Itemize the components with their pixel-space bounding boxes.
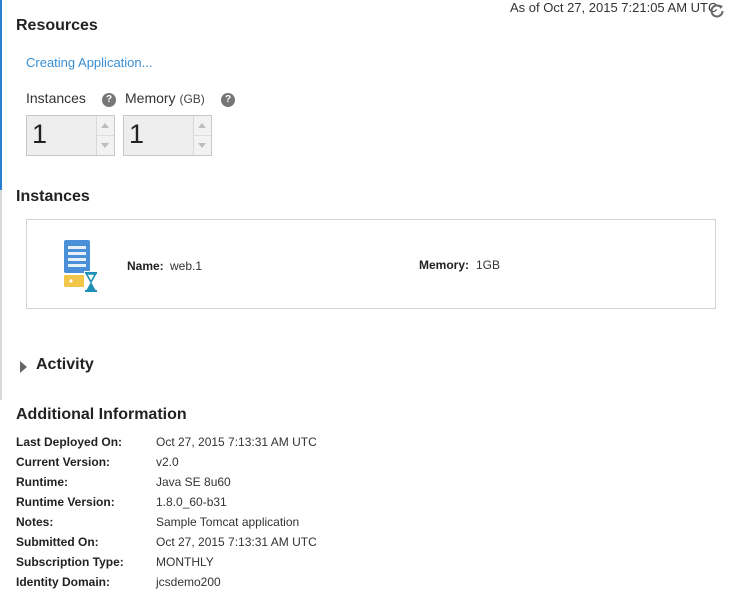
info-value: jcsdemo200	[156, 575, 221, 589]
instance-name-label: Name:	[127, 259, 164, 273]
info-key: Subscription Type:	[16, 555, 124, 569]
info-value: Sample Tomcat application	[156, 515, 300, 529]
chevron-down-icon	[198, 143, 206, 148]
info-key: Runtime Version:	[16, 495, 115, 509]
creating-status-link[interactable]: Creating Application...	[26, 55, 152, 70]
info-value: Oct 27, 2015 7:13:31 AM UTC	[156, 535, 317, 549]
info-key: Runtime:	[16, 475, 68, 489]
info-key: Submitted On:	[16, 535, 99, 549]
instances-label: Instances	[26, 90, 86, 106]
section-divider-bar	[0, 190, 2, 400]
info-key: Last Deployed On:	[16, 435, 123, 449]
instances-decrement-button[interactable]	[97, 136, 114, 155]
chevron-up-icon	[198, 123, 206, 128]
instances-help-icon[interactable]: ?	[102, 93, 116, 107]
instance-memory-value: 1GB	[476, 258, 501, 272]
info-key: Identity Domain:	[16, 575, 111, 589]
chevron-up-icon	[101, 123, 109, 128]
info-value: v2.0	[156, 455, 179, 469]
memory-increment-button[interactable]	[194, 116, 211, 136]
memory-help-icon[interactable]: ?	[221, 93, 235, 107]
info-key: Current Version:	[16, 455, 111, 469]
instances-stepper[interactable]: 1	[26, 115, 115, 156]
instances-increment-button[interactable]	[97, 116, 114, 136]
instances-stepper-arrows	[96, 116, 114, 155]
info-value: MONTHLY	[156, 555, 214, 569]
memory-stepper-arrows	[193, 116, 211, 155]
chevron-down-icon	[101, 143, 109, 148]
info-key: Notes:	[16, 515, 54, 529]
memory-decrement-button[interactable]	[194, 136, 211, 155]
section-accent-bar	[0, 0, 2, 190]
memory-unit: (GB)	[179, 92, 205, 106]
last-updated-timestamp: As of Oct 27, 2015 7:21:05 AM UTC	[510, 0, 718, 15]
memory-label-text: Memory	[125, 90, 176, 106]
additional-info-heading: Additional Information	[16, 406, 187, 423]
memory-stepper[interactable]: 1	[123, 115, 212, 156]
instance-memory-label: Memory:	[419, 258, 470, 272]
resources-heading: Resources	[16, 17, 98, 34]
info-value: 1.8.0_60-b31	[156, 495, 227, 509]
memory-label: Memory (GB)	[125, 90, 205, 106]
chevron-right-icon	[20, 361, 27, 373]
instance-card: Name: web.1 Memory: 1GB	[26, 219, 716, 309]
refresh-icon[interactable]	[708, 2, 726, 20]
memory-stepper-value[interactable]: 1	[129, 119, 144, 150]
instances-stepper-value[interactable]: 1	[32, 119, 47, 150]
instances-heading: Instances	[16, 188, 90, 205]
activity-heading[interactable]: Activity	[36, 356, 94, 374]
info-value: Oct 27, 2015 7:13:31 AM UTC	[156, 435, 317, 449]
info-value: Java SE 8u60	[156, 475, 231, 489]
instance-name-value: web.1	[170, 259, 203, 273]
server-pending-icon	[64, 240, 98, 293]
